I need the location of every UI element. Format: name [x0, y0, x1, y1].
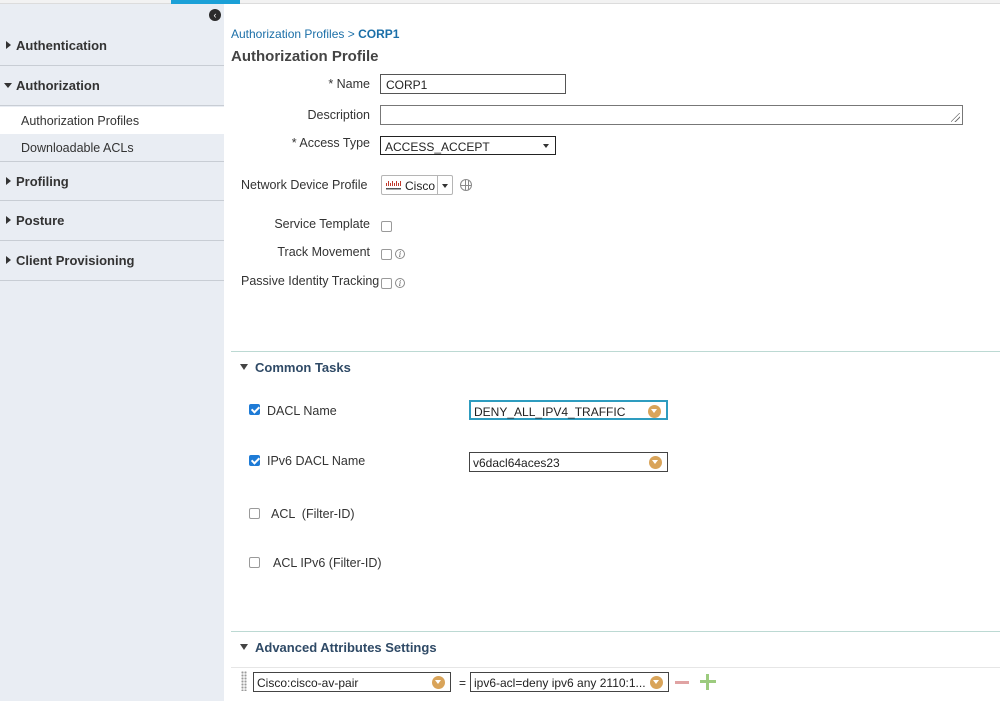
ndp-label: Network Device Profile — [241, 178, 368, 192]
sidebar-section-authorization[interactable]: Authorization — [0, 66, 224, 106]
sidebar-section-client-provisioning[interactable]: Client Provisioning — [0, 241, 224, 281]
remove-row-icon[interactable] — [675, 681, 689, 684]
common-tasks-title[interactable]: Common Tasks — [255, 360, 351, 375]
add-row-icon[interactable] — [700, 674, 716, 690]
breadcrumb-link[interactable]: Authorization Profiles — [231, 27, 344, 41]
caret-right-icon — [6, 256, 11, 264]
dacl-checkbox[interactable] — [249, 404, 260, 415]
select-divider — [437, 176, 438, 194]
service-template-checkbox[interactable] — [381, 221, 392, 232]
access-type-value: ACCESS_ACCEPT — [385, 140, 490, 154]
passive-identity-checkbox[interactable] — [381, 278, 392, 289]
caret-down-icon — [4, 83, 12, 88]
operator-label: = — [459, 676, 467, 690]
info-icon[interactable]: i — [395, 249, 405, 259]
sidebar-item-label: Downloadable ACLs — [21, 141, 134, 155]
ipv6-dacl-label: IPv6 DACL Name — [267, 454, 366, 468]
ndp-value: Cisco — [405, 179, 436, 193]
caret-right-icon — [6, 216, 11, 224]
attribute-value: Cisco:cisco-av-pair — [257, 676, 359, 690]
caret-right-icon — [6, 41, 11, 49]
drag-handle-icon[interactable] — [241, 671, 247, 691]
sidebar-item-authorization-profiles[interactable]: Authorization Profiles — [0, 107, 224, 134]
service-template-label: Service Template — [274, 217, 370, 231]
breadcrumb-separator: > — [347, 27, 355, 41]
caret-down-icon[interactable] — [240, 364, 248, 370]
caret-right-icon — [6, 177, 11, 185]
chevron-down-icon — [442, 184, 448, 188]
access-type-label: * Access Type — [291, 136, 370, 150]
dacl-combobox[interactable]: DENY_ALL_IPV4_TRAFFIC — [469, 400, 668, 420]
sidebar-section-label: Client Provisioning — [16, 253, 135, 268]
sidebar-section-label: Authentication — [16, 38, 107, 53]
page-title: Authorization Profile — [231, 48, 379, 65]
main-panel: Authorization Profiles > CORP1 Authoriza… — [224, 4, 1000, 701]
breadcrumb-current: CORP1 — [358, 27, 400, 41]
sidebar-section-label: Authorization — [16, 78, 100, 93]
advanced-attributes-title[interactable]: Advanced Attributes Settings — [255, 640, 437, 655]
breadcrumb: Authorization Profiles > CORP1 — [231, 27, 399, 41]
description-textarea[interactable] — [380, 105, 963, 125]
dacl-value: DENY_ALL_IPV4_TRAFFIC — [474, 405, 626, 419]
track-movement-checkbox[interactable] — [381, 249, 392, 260]
dropdown-icon[interactable] — [648, 405, 661, 418]
description-label: Description — [307, 108, 370, 122]
globe-icon[interactable] — [460, 179, 472, 191]
section-divider — [231, 351, 1000, 352]
acl-ipv6-label: ACL IPv6 (Filter-ID) — [273, 556, 382, 570]
ipv6-dacl-combobox[interactable]: v6dacl64aces23 — [469, 452, 668, 472]
attribute-value-text: ipv6-acl=deny ipv6 any 2110:1... — [474, 676, 646, 690]
chevron-down-icon — [543, 144, 549, 148]
ipv6-dacl-value: v6dacl64aces23 — [473, 456, 560, 470]
sidebar-item-downloadable-acls[interactable]: Downloadable ACLs — [0, 134, 224, 161]
caret-down-icon[interactable] — [240, 644, 248, 650]
row-separator — [231, 667, 1000, 668]
sidebar-section-authentication[interactable]: Authentication — [0, 26, 224, 66]
info-icon[interactable]: i — [395, 278, 405, 288]
sidebar: ‹ Authentication Authorization Authoriza… — [0, 4, 224, 701]
passive-identity-label: Passive Identity Tracking — [241, 274, 380, 288]
collapse-sidebar-icon[interactable]: ‹ — [209, 9, 221, 21]
cisco-logo-icon — [386, 181, 401, 190]
access-type-select[interactable]: ACCESS_ACCEPT — [380, 136, 556, 155]
name-label: * Name — [328, 77, 370, 91]
ipv6-dacl-checkbox[interactable] — [249, 455, 260, 466]
track-movement-label: Track Movement — [277, 245, 370, 259]
sidebar-section-profiling[interactable]: Profiling — [0, 161, 224, 201]
dacl-label: DACL Name — [267, 404, 337, 418]
resize-grip-icon[interactable] — [951, 113, 960, 122]
dropdown-icon[interactable] — [649, 456, 662, 469]
acl-checkbox[interactable] — [249, 508, 260, 519]
sidebar-section-posture[interactable]: Posture — [0, 201, 224, 241]
acl-label: ACL (Filter-ID) — [271, 507, 355, 521]
sidebar-section-label: Profiling — [16, 174, 69, 189]
dropdown-icon[interactable] — [650, 676, 663, 689]
attribute-value-combobox[interactable]: ipv6-acl=deny ipv6 any 2110:1... — [470, 672, 669, 692]
sidebar-item-label: Authorization Profiles — [21, 114, 140, 128]
dropdown-icon[interactable] — [432, 676, 445, 689]
attribute-combobox[interactable]: Cisco:cisco-av-pair — [253, 672, 451, 692]
sidebar-section-label: Posture — [16, 213, 65, 228]
ndp-select[interactable]: Cisco — [381, 175, 453, 195]
name-input[interactable]: CORP1 — [380, 74, 566, 94]
acl-ipv6-checkbox[interactable] — [249, 557, 260, 568]
section-divider — [231, 631, 1000, 632]
